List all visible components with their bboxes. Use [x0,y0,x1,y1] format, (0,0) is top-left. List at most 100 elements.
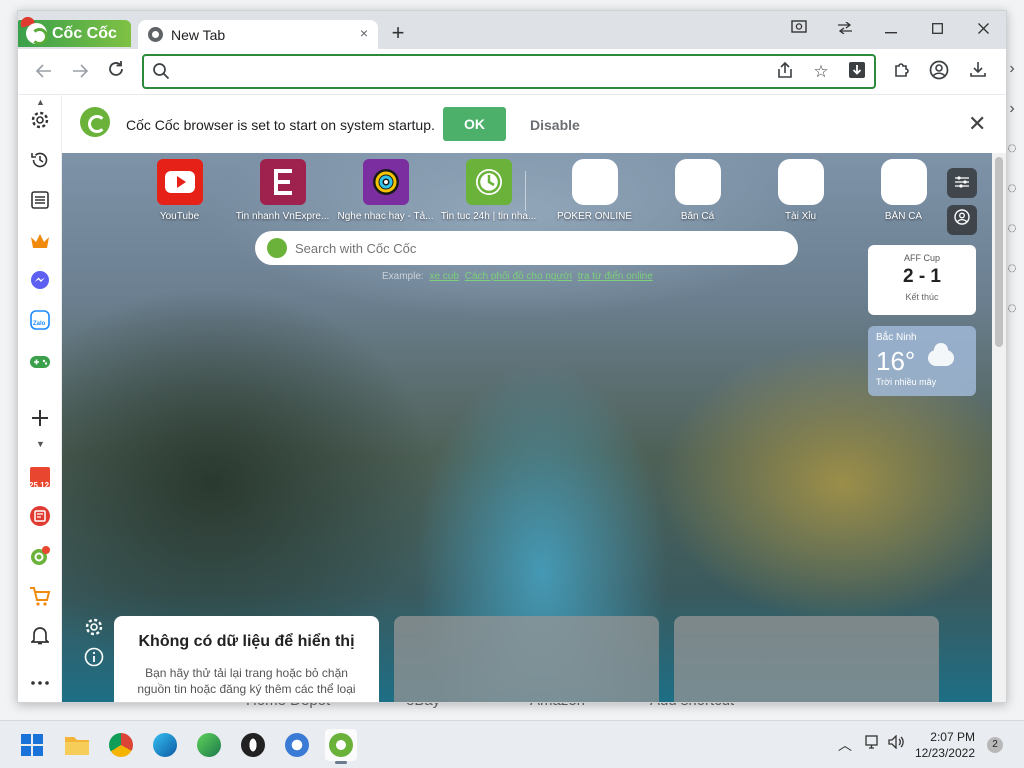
chrome-button[interactable] [105,729,137,761]
settings-icon[interactable] [26,110,54,138]
shortcut-tile[interactable]: POKER ONLINE [543,159,646,229]
forward-button[interactable] [66,58,94,86]
address-input[interactable] [180,60,760,84]
new-tab-button[interactable]: + [384,20,412,48]
ok-button[interactable]: OK [443,107,506,141]
clock-date: 12/23/2022 [914,746,975,760]
maximize-icon [931,23,943,34]
page-scrollbar[interactable] [992,153,1006,702]
add-sidebar-item-icon[interactable] [26,407,54,435]
example-prefix: Example: [382,271,424,282]
clock-time: 2:07 PM [930,730,975,744]
ntp-search-input[interactable] [295,238,775,258]
news-feed-empty-card: Không có dữ liệu để hiển thị Bạn hãy thử… [114,616,379,702]
tab-close-button[interactable]: × [360,25,368,41]
share-icon[interactable] [774,61,796,83]
shortcut-label: POKER ONLINE [556,211,633,222]
news24-icon [465,159,512,205]
reading-list-icon[interactable] [26,190,54,218]
customize-button[interactable] [947,168,977,198]
tab-favicon-icon [148,27,163,42]
minimize-button[interactable] [868,15,914,43]
download-page-icon[interactable] [846,61,868,83]
shortcut-tile[interactable]: Tin nhanh VnExpre... [231,159,334,229]
file-explorer-button[interactable] [61,729,93,761]
downloads-icon[interactable] [966,60,990,84]
messenger-icon[interactable] [26,270,54,298]
coccoc-taskbar-button[interactable] [325,729,357,764]
coccoc-brand-button[interactable]: Cốc Cốc [18,15,131,47]
start-button[interactable] [16,729,48,761]
folder-icon [65,737,89,755]
disable-button[interactable]: Disable [530,117,580,133]
vnexpress-icon [259,159,306,205]
show-hidden-icons-chevron-icon[interactable]: ︿ [838,735,852,755]
notification-count-badge[interactable]: 2 [987,737,1003,753]
info-icon[interactable] [82,647,106,671]
sidebar-scroll-up-icon[interactable]: ▲ [36,97,45,107]
shortcut-label: BẮN CÁ [884,211,923,222]
shortcut-label: Bắn Cá [680,211,715,222]
shortcut-tile[interactable]: YouTube [128,159,231,229]
example-link[interactable]: Cách phối đồ cho người [465,271,572,282]
profile-icon[interactable] [927,60,951,84]
extensions-icon[interactable] [890,60,914,84]
score-title: AFF Cup [903,253,940,263]
crown-icon[interactable] [26,230,54,258]
news-placeholder-card [674,616,939,702]
games-icon[interactable] [26,350,54,378]
shortcut-tile[interactable]: Nghe nhac hay - Tả... [334,159,437,229]
network-icon[interactable] [865,735,881,752]
close-notification-button[interactable]: ✕ [968,111,986,137]
feed-settings-icon[interactable] [82,617,106,641]
shortcut-tile[interactable]: BẮN CÁ [852,159,955,229]
empty-feed-title: Không có dữ liệu để hiển thị [138,633,355,650]
bookmark-star-icon[interactable]: ☆ [810,61,832,83]
maximize-button[interactable] [914,15,960,43]
example-link[interactable]: xe cub [429,271,458,282]
volume-icon[interactable] [888,734,906,752]
tab-new-tab[interactable]: New Tab × [138,20,378,49]
chromium-button[interactable] [281,729,313,761]
bell-icon[interactable] [26,625,54,653]
opera-button[interactable] [237,729,269,761]
example-link[interactable]: tra từ điển online [578,271,653,282]
calendar-icon[interactable]: 25.12 [26,465,54,493]
ntp-search-box[interactable] [255,231,798,265]
weather-description: Trời nhiều mây [876,377,937,387]
sidebar-expand-icon[interactable]: ▼ [36,439,45,449]
close-window-button[interactable] [960,15,1006,43]
windows-taskbar: ︿ 2:07 PM 12/23/2022 2 [0,720,1024,768]
history-icon[interactable] [26,150,54,178]
news-icon[interactable] [26,505,54,533]
shopping-icon[interactable] [26,585,54,613]
shortcut-tile[interactable]: Bắn Cá [646,159,749,229]
edge-beta-button[interactable] [193,729,225,761]
shortcut-tile[interactable]: Tài Xỉu [749,159,852,229]
tab-search-button[interactable] [776,15,822,43]
cloud-icon [928,343,954,366]
back-forward-cache-button[interactable] [822,15,868,43]
notification-message: Cốc Cốc browser is set to start on syste… [126,117,435,133]
more-icon[interactable] [26,665,54,693]
zalo-icon[interactable]: Zalo [26,310,54,338]
coccoc-icon[interactable] [26,545,54,573]
tab-search-icon [791,20,807,33]
close-icon [977,23,989,34]
left-sidebar: ▲ Zalo ▼ 25.12 [18,95,62,702]
sports-score-widget[interactable]: AFF Cup 2 - 1 Kết thúc [868,245,976,315]
brand-name: Cốc Cốc [52,25,117,42]
weather-widget[interactable]: Bắc Ninh 16° Trời nhiều mây [868,326,976,396]
shortcut-label: Tài Xỉu [784,211,817,222]
edge-beta-icon [197,733,221,757]
reload-button[interactable] [102,58,130,86]
system-clock[interactable]: 2:07 PM 12/23/2022 [905,729,975,761]
edge-button[interactable] [149,729,181,761]
chrome-icon [109,733,133,757]
arrow-left-icon [35,64,51,78]
weather-temperature: 16° [876,346,916,376]
address-bar[interactable]: ☆ [142,54,876,89]
back-button[interactable] [30,58,58,86]
coccoc-logo-icon [267,238,287,258]
account-button[interactable] [947,205,977,235]
